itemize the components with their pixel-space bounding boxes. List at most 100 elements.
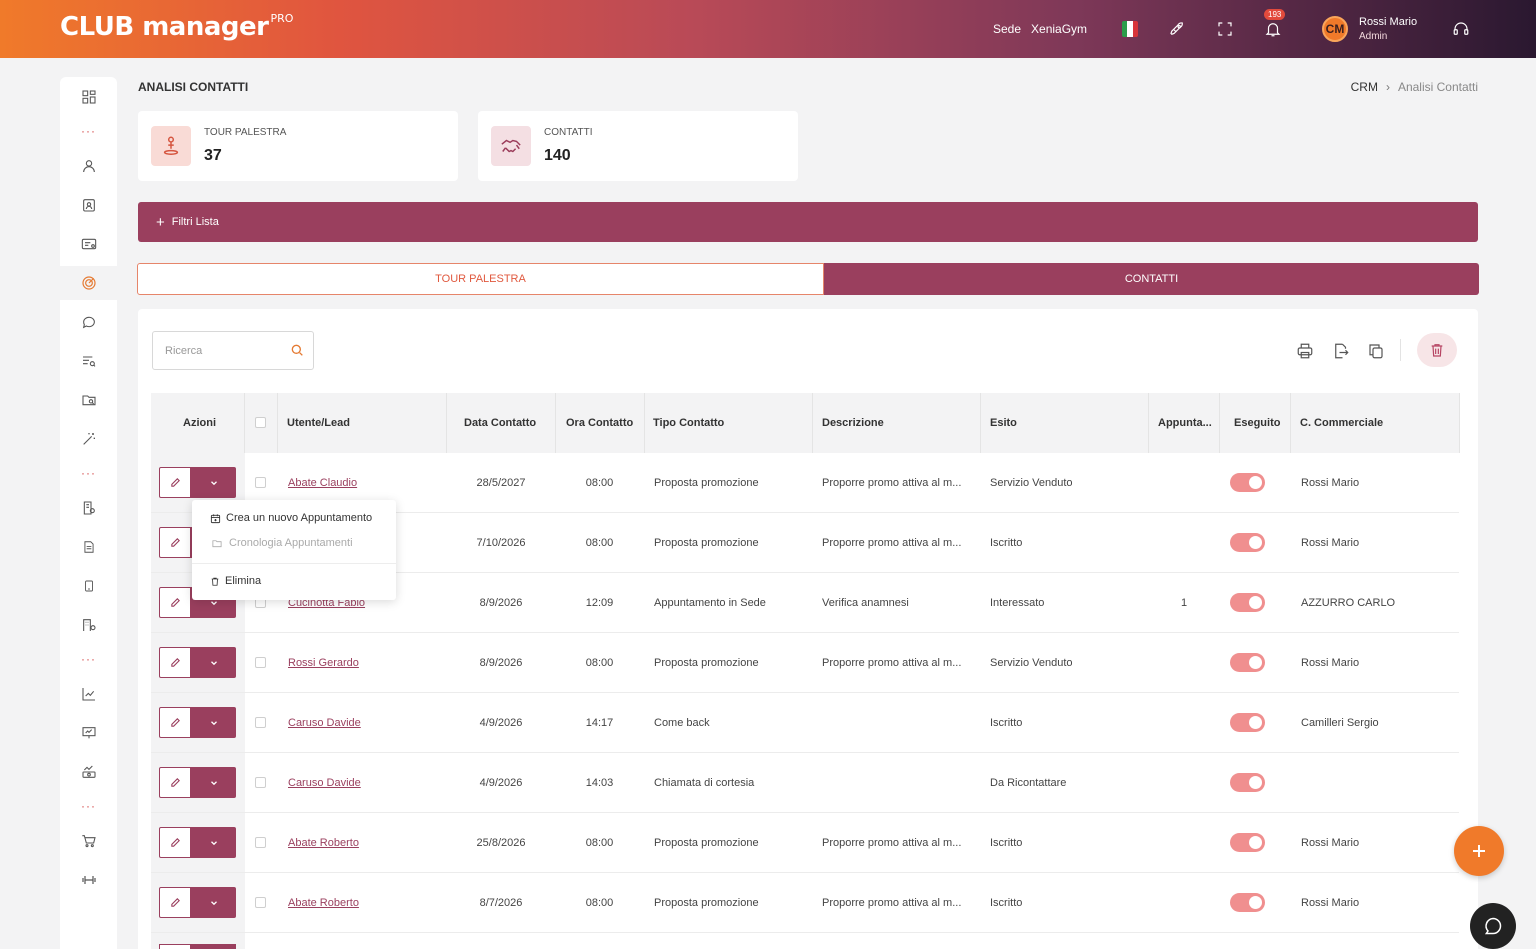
- search-input[interactable]: [165, 332, 285, 369]
- sede-selector[interactable]: Sede XeniaGym: [993, 22, 1087, 36]
- app-logo[interactable]: CLUB manager PRO: [60, 12, 293, 42]
- eseguito-toggle[interactable]: [1230, 773, 1265, 792]
- col-header-descrizione[interactable]: Descrizione: [822, 393, 884, 453]
- sidebar-folder-search-icon[interactable]: [60, 383, 117, 417]
- select-all-checkbox[interactable]: [255, 417, 266, 428]
- menu-item-new-appointment[interactable]: Crea un nuovo Appuntamento: [210, 512, 372, 524]
- edit-button[interactable]: [159, 944, 191, 949]
- edit-button[interactable]: [159, 767, 191, 798]
- row-actions-dropdown-button[interactable]: [191, 887, 236, 918]
- lead-link[interactable]: Rossi Gerardo: [288, 657, 359, 669]
- sidebar-separator: ···: [81, 124, 96, 138]
- copy-icon[interactable]: [1365, 340, 1387, 362]
- sidebar-magic-wand-icon[interactable]: [60, 422, 117, 456]
- edit-button[interactable]: [159, 827, 191, 858]
- lead-link[interactable]: Caruso Davide: [288, 717, 361, 729]
- print-icon[interactable]: [1294, 340, 1316, 362]
- bell-icon[interactable]: [1262, 18, 1284, 40]
- edit-button[interactable]: [159, 707, 191, 738]
- user-name[interactable]: Rossi Mario: [1359, 16, 1417, 28]
- col-header-ora[interactable]: Ora Contatto: [566, 393, 633, 453]
- col-header-esito[interactable]: Esito: [990, 393, 1017, 453]
- sidebar-document-gear-icon[interactable]: [60, 491, 117, 525]
- table-row: Caruso Davide 4/9/2026 14:03 Chiamata di…: [151, 753, 1459, 813]
- row-checkbox[interactable]: [255, 897, 266, 908]
- eseguito-toggle[interactable]: [1230, 893, 1265, 912]
- breadcrumb-root[interactable]: CRM: [1351, 80, 1378, 94]
- delete-selected-button[interactable]: [1417, 333, 1457, 367]
- cell-esito: Da Ricontattare: [990, 776, 1067, 789]
- italian-flag-icon[interactable]: [1122, 21, 1138, 37]
- eseguito-toggle[interactable]: [1230, 593, 1265, 612]
- edit-button[interactable]: [159, 527, 191, 558]
- sidebar-cart-icon[interactable]: [60, 824, 117, 858]
- sidebar-phone-icon[interactable]: [60, 569, 117, 603]
- search-icon[interactable]: [289, 342, 305, 361]
- eseguito-toggle[interactable]: [1230, 833, 1265, 852]
- tab-contatti[interactable]: CONTATTI: [824, 263, 1479, 295]
- sidebar-document-icon[interactable]: [60, 530, 117, 564]
- sidebar-user-icon[interactable]: [60, 149, 117, 183]
- col-header-azioni: Azioni: [183, 417, 216, 429]
- row-checkbox[interactable]: [255, 717, 266, 728]
- sidebar-badge-icon[interactable]: [60, 188, 117, 222]
- row-actions-dropdown-button[interactable]: [191, 767, 236, 798]
- eseguito-toggle[interactable]: [1230, 653, 1265, 672]
- row-checkbox[interactable]: [255, 657, 266, 668]
- col-header-utente[interactable]: Utente/Lead: [287, 393, 350, 453]
- edit-button[interactable]: [159, 467, 191, 498]
- sidebar-target-icon[interactable]: [60, 266, 117, 300]
- tab-tour-palestra[interactable]: TOUR PALESTRA: [137, 263, 824, 295]
- eseguito-toggle[interactable]: [1230, 473, 1265, 492]
- edit-button[interactable]: [159, 647, 191, 678]
- col-header-eseguito[interactable]: Eseguito: [1234, 393, 1280, 453]
- table-header: Azioni Utente/Lead Data Contatto Ora Con…: [151, 393, 1459, 453]
- sidebar-chart-icon[interactable]: [60, 677, 117, 711]
- cell-descrizione: Verifica anamnesi: [822, 596, 909, 609]
- row-actions-dropdown-button[interactable]: [191, 647, 236, 678]
- sidebar-money-chart-icon[interactable]: [60, 755, 117, 789]
- lead-link[interactable]: Abate Roberto: [288, 897, 359, 909]
- lead-link[interactable]: Caruso Davide: [288, 777, 361, 789]
- cell-descrizione: Proporre promo attiva al m...: [822, 896, 962, 909]
- col-header-tipo[interactable]: Tipo Contatto: [653, 393, 724, 453]
- lead-link[interactable]: Abate Roberto: [288, 837, 359, 849]
- col-header-data[interactable]: Data Contatto: [464, 393, 536, 453]
- avatar[interactable]: CM: [1322, 16, 1348, 42]
- export-icon[interactable]: [1330, 340, 1352, 362]
- cell-data: 8/7/2026: [479, 896, 523, 909]
- row-actions-dropdown-button[interactable]: [191, 467, 236, 498]
- notification-badge: 193: [1264, 9, 1286, 20]
- add-contact-fab-button[interactable]: [1454, 826, 1504, 876]
- menu-item-appointment-history[interactable]: Cronologia Appuntamenti: [210, 537, 353, 549]
- sidebar-dumbbell-icon[interactable]: [60, 863, 117, 897]
- menu-item-delete[interactable]: Elimina: [210, 575, 261, 587]
- col-header-commerciale[interactable]: C. Commerciale: [1300, 393, 1383, 453]
- sidebar-presentation-icon[interactable]: [60, 716, 117, 750]
- eseguito-toggle[interactable]: [1230, 713, 1265, 732]
- breadcrumb: CRM › Analisi Contatti: [1351, 80, 1478, 94]
- row-checkbox[interactable]: [255, 837, 266, 848]
- rocket-icon[interactable]: [1166, 18, 1188, 40]
- sidebar-dashboard-icon[interactable]: [60, 80, 117, 114]
- sidebar-card-icon[interactable]: [60, 227, 117, 261]
- row-actions-dropdown-button[interactable]: [191, 827, 236, 858]
- sidebar-building-gear-icon[interactable]: [60, 608, 117, 642]
- row-checkbox[interactable]: [255, 477, 266, 488]
- lead-link[interactable]: Abate Claudio: [288, 477, 357, 489]
- cell-appuntamenti: [1148, 813, 1220, 872]
- row-actions-dropdown-button[interactable]: [191, 707, 236, 738]
- sidebar-list-search-icon[interactable]: [60, 344, 117, 378]
- fullscreen-icon[interactable]: [1214, 18, 1236, 40]
- col-header-appuntamenti[interactable]: Appunta...: [1158, 393, 1212, 453]
- edit-button[interactable]: [159, 887, 191, 918]
- filters-toggle-bar[interactable]: + Filtri Lista: [138, 202, 1478, 242]
- row-actions-dropdown-button[interactable]: [191, 944, 236, 949]
- edit-button[interactable]: [159, 587, 191, 618]
- eseguito-toggle[interactable]: [1230, 533, 1265, 552]
- row-checkbox[interactable]: [255, 777, 266, 788]
- chat-support-button[interactable]: [1470, 903, 1516, 949]
- sidebar-chat-icon[interactable]: [60, 305, 117, 339]
- headset-icon[interactable]: [1450, 18, 1472, 40]
- cell-descrizione: Proporre promo attiva al m...: [822, 656, 962, 669]
